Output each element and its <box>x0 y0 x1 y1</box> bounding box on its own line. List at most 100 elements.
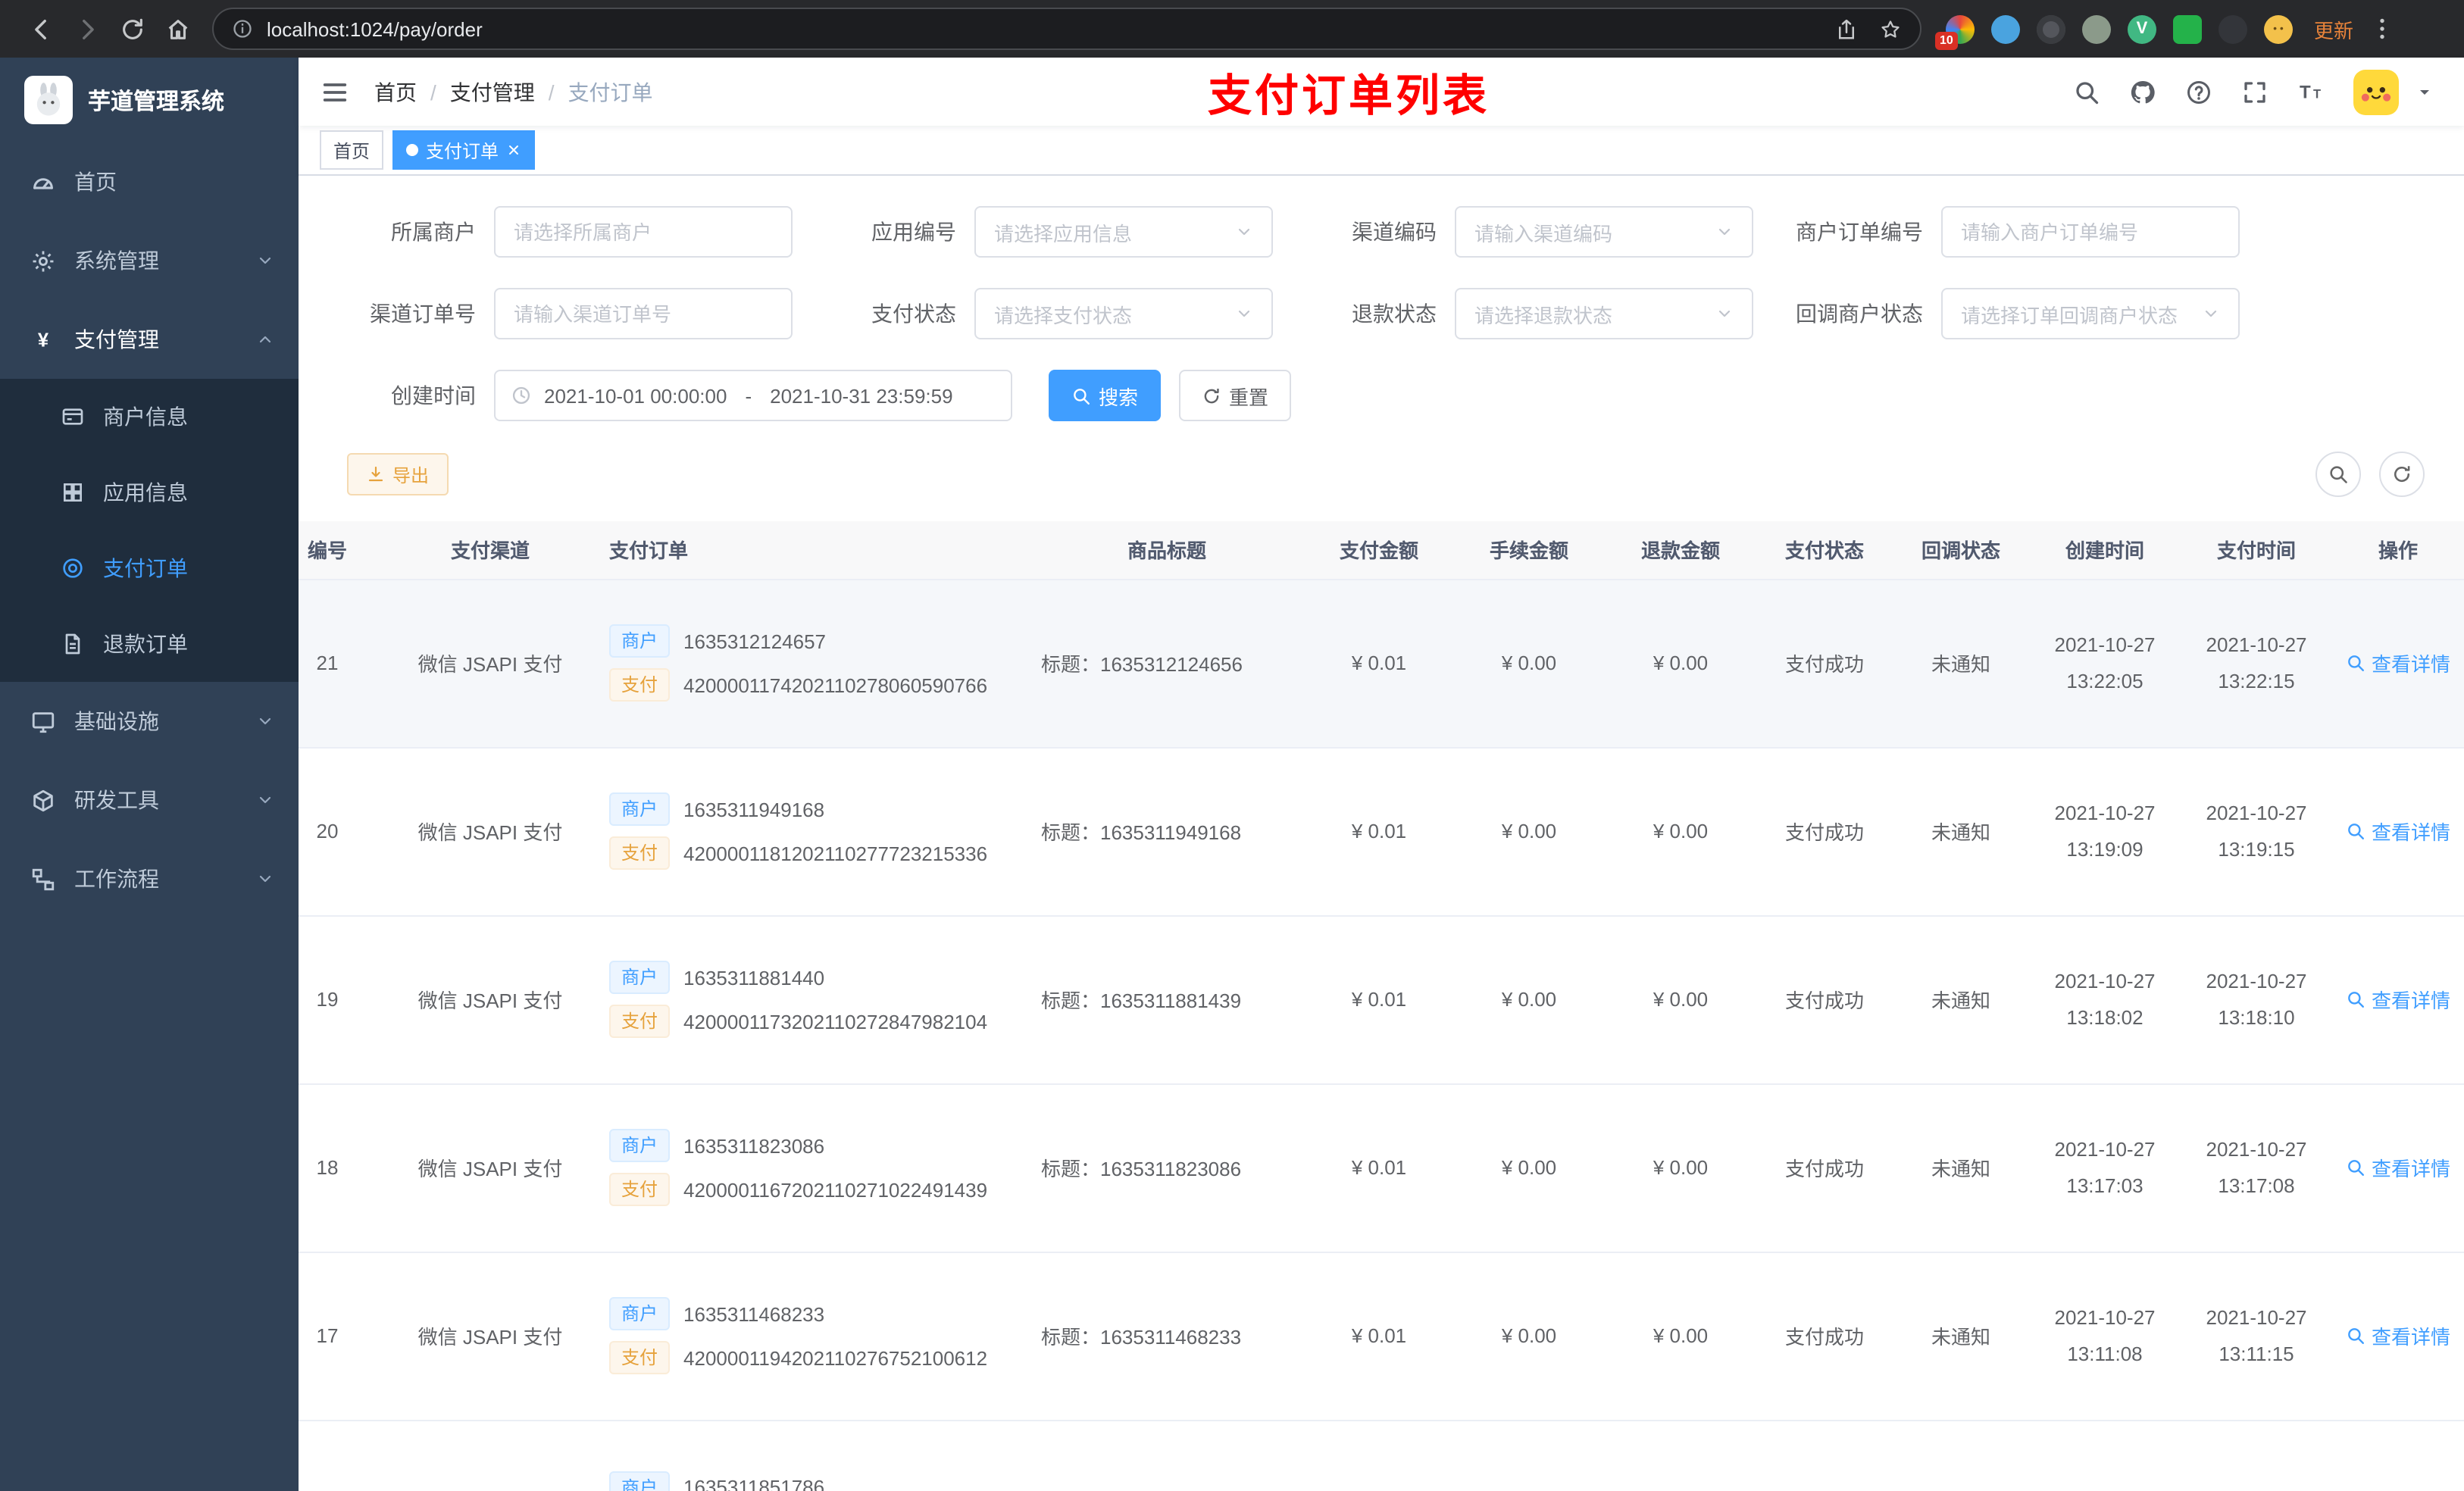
sidebar-item-payment[interactable]: 支付管理 <box>0 300 299 379</box>
view-detail-link[interactable]: 查看详情 <box>2346 1153 2450 1182</box>
view-detail-link[interactable]: 查看详情 <box>2346 817 2450 846</box>
browser-back-button[interactable] <box>18 6 64 52</box>
cell-status: 支付成功 <box>1756 1252 1893 1421</box>
cell-pay-time: 2021-10-27 13:17:08 <box>2181 1083 2332 1252</box>
sidebar-item-label: 基础设施 <box>74 709 159 733</box>
search-button[interactable]: 搜索 <box>1049 370 1162 421</box>
cell-channel: 微信 JSAPI 支付 <box>392 747 588 916</box>
site-info-icon[interactable] <box>232 18 253 39</box>
sidebar-item-workflow[interactable]: 工作流程 <box>0 839 299 918</box>
extension-icon-face[interactable] <box>2264 14 2293 43</box>
browser-update-button[interactable]: 更新 <box>2314 14 2353 43</box>
home-icon <box>164 16 190 42</box>
refund-status-select[interactable]: 请选择退款状态 <box>1455 288 1753 339</box>
user-avatar[interactable] <box>2353 69 2399 114</box>
column-header-fee: 手续金额 <box>1453 521 1605 580</box>
table-row-partial: 商户 1635311851786 <box>299 1420 2464 1491</box>
extension-icon-knight[interactable] <box>2219 14 2247 43</box>
browser-home-button[interactable] <box>155 6 200 52</box>
sidebar-item-dev-tools[interactable]: 研发工具 <box>0 761 299 839</box>
refresh-icon <box>1202 386 1221 405</box>
date-range-picker[interactable]: 2021-10-01 00:00:00 - 2021-10-31 23:59:5… <box>494 370 1012 421</box>
sidebar-item-home[interactable]: 首页 <box>0 142 299 221</box>
cell-pay-order: 商户 1635311949168 支付 4200001181202110277723… <box>588 747 1029 916</box>
pay-order-no: 4200001194202110276752100612 <box>683 1346 988 1369</box>
bookmark-star-icon[interactable] <box>1879 17 1902 40</box>
button-label: 重置 <box>1229 386 1269 408</box>
view-detail-link[interactable]: 查看详情 <box>2346 985 2450 1014</box>
cell-title: 标题：1635311881439 <box>1029 915 1305 1084</box>
tag-pay-order[interactable]: 支付订单 <box>392 130 536 170</box>
cell-channel: 微信 JSAPI 支付 <box>392 915 588 1084</box>
breadcrumb-section[interactable]: 支付管理 <box>450 77 535 107</box>
channel-order-no-input[interactable] <box>494 288 793 339</box>
sidebar-item-label: 应用信息 <box>103 480 188 505</box>
select-placeholder: 请选择应用信息 <box>994 222 1133 245</box>
hamburger-icon[interactable] <box>320 77 350 107</box>
table-row: 19 微信 JSAPI 支付 商户 1635311881440 支付 4200001… <box>299 915 2464 1084</box>
reset-button[interactable]: 重置 <box>1179 370 1292 421</box>
column-header-id: 编号 <box>299 521 392 580</box>
select-placeholder: 请选择退款状态 <box>1474 304 1613 327</box>
chevron-down-icon <box>1715 223 1734 241</box>
help-icon[interactable] <box>2185 78 2212 105</box>
cell-status: 支付成功 <box>1756 579 1893 748</box>
cell-channel: 微信 JSAPI 支付 <box>392 579 588 748</box>
app-select[interactable]: 请选择应用信息 <box>974 206 1273 258</box>
sidebar-item-merchant-info[interactable]: 商户信息 <box>0 379 299 455</box>
breadcrumb-separator: / <box>430 80 436 104</box>
pay-status-select[interactable]: 请选择支付状态 <box>974 288 1273 339</box>
breadcrumb-home[interactable]: 首页 <box>374 77 417 107</box>
sidebar-item-system[interactable]: 系统管理 <box>0 221 299 300</box>
screen: localhost:1024/pay/order 10 更新 芋道管理系统 <box>0 0 2464 1491</box>
extension-icon-vue-devtools[interactable] <box>2128 14 2156 43</box>
view-detail-link[interactable]: 查看详情 <box>2346 649 2450 677</box>
extension-icon-blue[interactable] <box>1991 14 2020 43</box>
address-bar[interactable]: localhost:1024/pay/order <box>212 8 1921 50</box>
merchant-order-no: 1635311881440 <box>683 966 825 989</box>
extension-icon-green[interactable] <box>2173 14 2202 43</box>
sidebar-item-refund-order[interactable]: 退款订单 <box>0 606 299 682</box>
search-icon[interactable] <box>2073 78 2100 105</box>
sidebar-item-infrastructure[interactable]: 基础设施 <box>0 682 299 761</box>
export-button[interactable]: 导出 <box>347 453 449 495</box>
toolbar-search-toggle-button[interactable] <box>2315 452 2361 497</box>
browser-forward-button[interactable] <box>64 6 109 52</box>
sidebar-item-label: 退款订单 <box>103 632 188 656</box>
sidebar-item-pay-order[interactable]: 支付订单 <box>0 530 299 606</box>
view-detail-link[interactable]: 查看详情 <box>2346 1321 2450 1350</box>
fullscreen-icon[interactable] <box>2241 78 2269 105</box>
github-icon[interactable] <box>2129 78 2156 105</box>
avatar-caret-icon[interactable] <box>2416 83 2434 101</box>
cell-amount: ¥ 0.01 <box>1305 1083 1453 1252</box>
cell-amount: ¥ 0.01 <box>1305 579 1453 748</box>
browser-menu-icon[interactable] <box>2369 15 2396 42</box>
tag-home[interactable]: 首页 <box>320 130 384 170</box>
flow-icon <box>30 866 56 892</box>
extension-icon-dark[interactable] <box>2037 14 2065 43</box>
logo-image <box>24 76 73 124</box>
filter-channel-code: 渠道编码 请输入渠道编码 <box>1309 206 1753 258</box>
breadcrumb-separator: / <box>548 80 555 104</box>
search-icon <box>2328 464 2349 485</box>
notify-status-select[interactable]: 请选择订单回调商户状态 <box>1941 288 2240 339</box>
extension-icon-adblock[interactable]: 10 <box>1935 14 1975 49</box>
merchant-order-no-input[interactable] <box>1941 206 2240 258</box>
extension-icon-gray[interactable] <box>2082 14 2111 43</box>
field-label: 应用编号 <box>871 220 956 244</box>
channel-code-select[interactable]: 请输入渠道编码 <box>1455 206 1753 258</box>
app-logo[interactable]: 芋道管理系统 <box>0 58 299 142</box>
button-label: 导出 <box>392 464 430 486</box>
toolbar-refresh-button[interactable] <box>2379 452 2425 497</box>
cell-notify: 未通知 <box>1893 579 2029 748</box>
share-icon[interactable] <box>1835 17 1858 40</box>
column-header-pay-order: 支付订单 <box>588 521 1029 580</box>
font-size-icon[interactable] <box>2297 78 2325 105</box>
browser-reload-button[interactable] <box>109 6 155 52</box>
merchant-input[interactable] <box>494 206 793 258</box>
cell-channel: 微信 JSAPI 支付 <box>392 1083 588 1252</box>
filter-notify-status: 回调商户状态 请选择订单回调商户状态 <box>1790 288 2240 339</box>
sidebar-item-app-info[interactable]: 应用信息 <box>0 455 299 530</box>
monitor-icon <box>30 708 56 734</box>
close-icon[interactable] <box>506 142 521 158</box>
